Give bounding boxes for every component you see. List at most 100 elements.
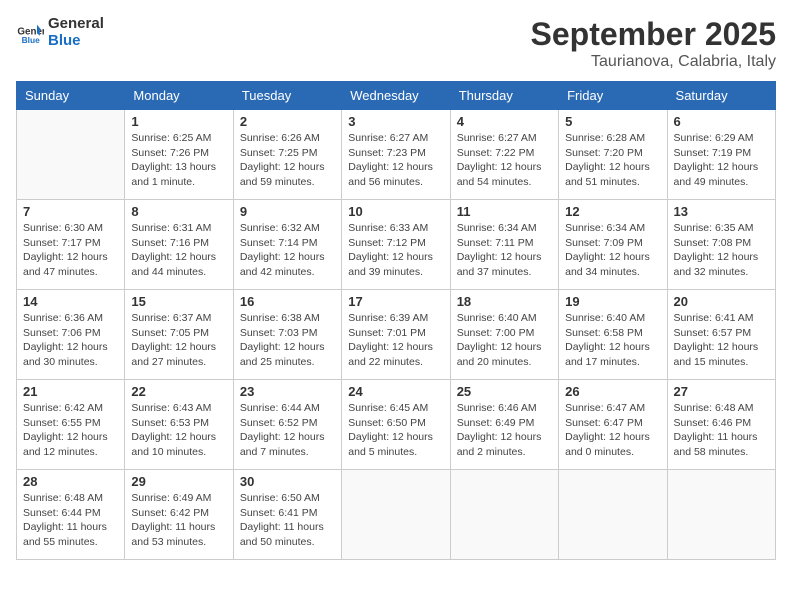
day-info: Sunrise: 6:40 AMSunset: 6:58 PMDaylight:… <box>565 311 660 370</box>
day-info: Sunrise: 6:47 AMSunset: 6:47 PMDaylight:… <box>565 401 660 460</box>
logo: General Blue General Blue <box>16 16 104 49</box>
calendar-cell: 15 Sunrise: 6:37 AMSunset: 7:05 PMDayligh… <box>125 290 233 380</box>
calendar-cell: 25 Sunrise: 6:46 AMSunset: 6:49 PMDayligh… <box>450 380 558 470</box>
day-number: 22 <box>131 384 226 399</box>
header-day-friday: Friday <box>559 82 667 110</box>
day-info: Sunrise: 6:25 AMSunset: 7:26 PMDaylight:… <box>131 131 226 190</box>
calendar-cell: 11Sunrise: 6:34 AMSunset: 7:11 PMDayligh… <box>450 200 558 290</box>
day-info: Sunrise: 6:37 AMSunset: 7:05 PMDaylight:… <box>131 311 226 370</box>
day-number: 17 <box>348 294 443 309</box>
day-info: Sunrise: 6:33 AMSunset: 7:12 PMDaylight:… <box>348 221 443 280</box>
day-number: 16 <box>240 294 335 309</box>
day-info: Sunrise: 6:28 AMSunset: 7:20 PMDaylight:… <box>565 131 660 190</box>
day-number: 4 <box>457 114 552 129</box>
calendar-cell: 8 Sunrise: 6:31 AMSunset: 7:16 PMDaylight… <box>125 200 233 290</box>
header-day-sunday: Sunday <box>17 82 125 110</box>
day-number: 27 <box>674 384 769 399</box>
day-number: 8 <box>131 204 226 219</box>
calendar-cell: 20 Sunrise: 6:41 AMSunset: 6:57 PMDayligh… <box>667 290 775 380</box>
calendar-cell: 22 Sunrise: 6:43 AMSunset: 6:53 PMDayligh… <box>125 380 233 470</box>
header-day-monday: Monday <box>125 82 233 110</box>
day-info: Sunrise: 6:39 AMSunset: 7:01 PMDaylight:… <box>348 311 443 370</box>
calendar-cell: 26 Sunrise: 6:47 AMSunset: 6:47 PMDayligh… <box>559 380 667 470</box>
day-number: 21 <box>23 384 118 399</box>
calendar-cell: 2 Sunrise: 6:26 AMSunset: 7:25 PMDaylight… <box>233 110 341 200</box>
calendar-cell: 7 Sunrise: 6:30 AMSunset: 7:17 PMDaylight… <box>17 200 125 290</box>
calendar-cell <box>342 470 450 560</box>
day-info: Sunrise: 6:42 AMSunset: 6:55 PMDaylight:… <box>23 401 118 460</box>
calendar-cell: 17 Sunrise: 6:39 AMSunset: 7:01 PMDayligh… <box>342 290 450 380</box>
day-info: Sunrise: 6:38 AMSunset: 7:03 PMDaylight:… <box>240 311 335 370</box>
calendar-header-row: SundayMondayTuesdayWednesdayThursdayFrid… <box>17 82 776 110</box>
location-subtitle: Taurianova, Calabria, Italy <box>531 53 776 71</box>
svg-text:Blue: Blue <box>22 34 40 44</box>
day-number: 3 <box>348 114 443 129</box>
calendar-cell: 6Sunrise: 6:29 AMSunset: 7:19 PMDaylight… <box>667 110 775 200</box>
day-number: 9 <box>240 204 335 219</box>
calendar-cell: 16 Sunrise: 6:38 AMSunset: 7:03 PMDayligh… <box>233 290 341 380</box>
day-number: 29 <box>131 474 226 489</box>
calendar-cell: 4Sunrise: 6:27 AMSunset: 7:22 PMDaylight… <box>450 110 558 200</box>
day-number: 28 <box>23 474 118 489</box>
day-info: Sunrise: 6:34 AMSunset: 7:09 PMDaylight:… <box>565 221 660 280</box>
day-info: Sunrise: 6:46 AMSunset: 6:49 PMDaylight:… <box>457 401 552 460</box>
day-info: Sunrise: 6:48 AMSunset: 6:46 PMDaylight:… <box>674 401 769 460</box>
calendar-cell: 3 Sunrise: 6:27 AMSunset: 7:23 PMDaylight… <box>342 110 450 200</box>
calendar-cell <box>559 470 667 560</box>
day-info: Sunrise: 6:27 AMSunset: 7:23 PMDaylight:… <box>348 131 443 190</box>
header: General Blue General Blue September 2025… <box>16 16 776 71</box>
day-number: 25 <box>457 384 552 399</box>
day-number: 5 <box>565 114 660 129</box>
logo-line1: General <box>48 16 104 33</box>
month-title: September 2025 <box>531 16 776 53</box>
day-info: Sunrise: 6:31 AMSunset: 7:16 PMDaylight:… <box>131 221 226 280</box>
calendar-week-3: 14 Sunrise: 6:36 AMSunset: 7:06 PMDayligh… <box>17 290 776 380</box>
day-info: Sunrise: 6:43 AMSunset: 6:53 PMDaylight:… <box>131 401 226 460</box>
header-day-tuesday: Tuesday <box>233 82 341 110</box>
day-info: Sunrise: 6:30 AMSunset: 7:17 PMDaylight:… <box>23 221 118 280</box>
day-info: Sunrise: 6:29 AMSunset: 7:19 PMDaylight:… <box>674 131 769 190</box>
day-info: Sunrise: 6:35 AMSunset: 7:08 PMDaylight:… <box>674 221 769 280</box>
calendar-cell: 24 Sunrise: 6:45 AMSunset: 6:50 PMDayligh… <box>342 380 450 470</box>
calendar-cell: 23Sunrise: 6:44 AMSunset: 6:52 PMDayligh… <box>233 380 341 470</box>
day-number: 26 <box>565 384 660 399</box>
calendar-cell: 21 Sunrise: 6:42 AMSunset: 6:55 PMDayligh… <box>17 380 125 470</box>
calendar-week-4: 21 Sunrise: 6:42 AMSunset: 6:55 PMDayligh… <box>17 380 776 470</box>
day-number: 13 <box>674 204 769 219</box>
calendar-cell <box>450 470 558 560</box>
header-day-saturday: Saturday <box>667 82 775 110</box>
day-info: Sunrise: 6:41 AMSunset: 6:57 PMDaylight:… <box>674 311 769 370</box>
calendar-cell <box>667 470 775 560</box>
title-area: September 2025 Taurianova, Calabria, Ita… <box>531 16 776 71</box>
calendar-cell: 10Sunrise: 6:33 AMSunset: 7:12 PMDayligh… <box>342 200 450 290</box>
logo-line2: Blue <box>48 33 104 50</box>
calendar-cell: 13 Sunrise: 6:35 AMSunset: 7:08 PMDayligh… <box>667 200 775 290</box>
day-info: Sunrise: 6:48 AMSunset: 6:44 PMDaylight:… <box>23 491 118 550</box>
day-number: 30 <box>240 474 335 489</box>
day-info: Sunrise: 6:40 AMSunset: 7:00 PMDaylight:… <box>457 311 552 370</box>
calendar-cell: 12 Sunrise: 6:34 AMSunset: 7:09 PMDayligh… <box>559 200 667 290</box>
day-number: 18 <box>457 294 552 309</box>
day-info: Sunrise: 6:36 AMSunset: 7:06 PMDaylight:… <box>23 311 118 370</box>
calendar-cell: 14 Sunrise: 6:36 AMSunset: 7:06 PMDayligh… <box>17 290 125 380</box>
header-day-wednesday: Wednesday <box>342 82 450 110</box>
day-info: Sunrise: 6:26 AMSunset: 7:25 PMDaylight:… <box>240 131 335 190</box>
header-day-thursday: Thursday <box>450 82 558 110</box>
day-info: Sunrise: 6:50 AMSunset: 6:41 PMDaylight:… <box>240 491 335 550</box>
calendar-cell: 5 Sunrise: 6:28 AMSunset: 7:20 PMDaylight… <box>559 110 667 200</box>
day-info: Sunrise: 6:45 AMSunset: 6:50 PMDaylight:… <box>348 401 443 460</box>
day-number: 24 <box>348 384 443 399</box>
day-number: 14 <box>23 294 118 309</box>
calendar-cell: 30 Sunrise: 6:50 AMSunset: 6:41 PMDayligh… <box>233 470 341 560</box>
calendar-cell: 29Sunrise: 6:49 AMSunset: 6:42 PMDayligh… <box>125 470 233 560</box>
calendar-cell <box>17 110 125 200</box>
day-number: 12 <box>565 204 660 219</box>
calendar-week-1: 1Sunrise: 6:25 AMSunset: 7:26 PMDaylight… <box>17 110 776 200</box>
calendar-week-5: 28 Sunrise: 6:48 AMSunset: 6:44 PMDayligh… <box>17 470 776 560</box>
calendar-week-2: 7 Sunrise: 6:30 AMSunset: 7:17 PMDaylight… <box>17 200 776 290</box>
day-number: 20 <box>674 294 769 309</box>
day-number: 15 <box>131 294 226 309</box>
calendar-table: SundayMondayTuesdayWednesdayThursdayFrid… <box>16 81 776 560</box>
day-number: 7 <box>23 204 118 219</box>
day-number: 2 <box>240 114 335 129</box>
